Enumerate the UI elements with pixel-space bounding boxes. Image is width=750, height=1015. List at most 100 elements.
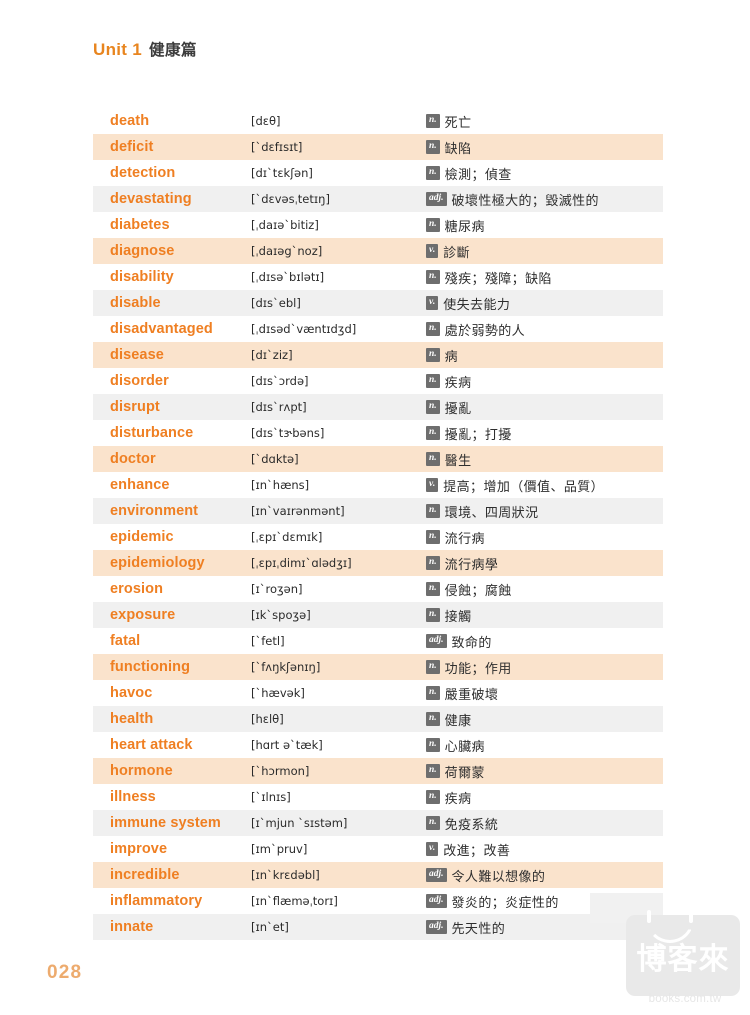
- part-of-speech-badge: n.: [426, 789, 440, 805]
- part-of-speech-badge: v.: [426, 243, 439, 259]
- vocab-pronunciation: [ˌdaɪəˋbitiz]: [251, 218, 319, 232]
- vocab-definition: n. 處於弱勢的人: [426, 320, 663, 339]
- vocab-row: environment [ɪnˋvaɪrənmənt] n. 環境、四周狀況: [93, 498, 663, 524]
- vocab-row: disturbance [dɪsˋtɝbəns] n. 擾亂；打擾: [93, 420, 663, 446]
- vocab-definition: n. 檢測；偵查: [426, 164, 663, 183]
- vocab-pronunciation: [ˋɪlnɪs]: [251, 790, 291, 804]
- vocab-row: havoc [ˋhævək] n. 嚴重破壞: [93, 680, 663, 706]
- vocab-word: detection: [110, 165, 176, 181]
- vocab-pronunciation: [ɪnˋvaɪrənmənt]: [251, 504, 345, 518]
- part-of-speech-badge: n.: [426, 581, 440, 597]
- vocab-meaning: 殘疾；殘障；缺陷: [444, 270, 552, 286]
- vocab-row: death [dɛθ] n. 死亡: [93, 108, 663, 134]
- part-of-speech-badge: n.: [426, 113, 440, 129]
- vocab-definition: n. 功能；作用: [426, 658, 663, 677]
- part-of-speech-badge: n.: [426, 607, 440, 623]
- part-of-speech-badge: n.: [426, 139, 440, 155]
- vocab-pronunciation: [ˌɛpɪˋdɛmɪk]: [251, 530, 323, 544]
- vocab-word: deficit: [110, 139, 154, 155]
- vocab-definition: n. 荷爾蒙: [426, 762, 663, 781]
- vocab-row: disability [ˌdɪsəˋbɪlətɪ] n. 殘疾；殘障；缺陷: [93, 264, 663, 290]
- vocab-definition: n. 缺陷: [426, 138, 663, 157]
- vocab-pronunciation: [ɪnˋet]: [251, 920, 289, 934]
- vocab-definition: n. 擾亂；打擾: [426, 424, 663, 443]
- vocab-definition: adj. 令人難以想像的: [426, 866, 663, 885]
- vocab-pronunciation: [ɪkˋspoʒə]: [251, 608, 311, 622]
- vocab-meaning: 荷爾蒙: [444, 764, 485, 780]
- part-of-speech-badge: n.: [426, 347, 440, 363]
- vocab-meaning: 破壞性極大的；毀滅性的: [451, 192, 599, 208]
- vocab-meaning: 缺陷: [444, 140, 472, 156]
- vocab-meaning: 病: [444, 348, 459, 364]
- watermark-brand: 博客來: [636, 943, 730, 976]
- vocab-row: fatal [ˋfetl] adj. 致命的: [93, 628, 663, 654]
- vocab-meaning: 改進；改善: [443, 842, 511, 858]
- vocab-word: improve: [110, 841, 168, 857]
- vocab-word: disease: [110, 347, 164, 363]
- vocab-definition: n. 糖尿病: [426, 216, 663, 235]
- part-of-speech-badge: n.: [426, 737, 440, 753]
- part-of-speech-badge: n.: [426, 451, 440, 467]
- vocab-definition: adj. 發炎的；炎症性的: [426, 892, 663, 911]
- part-of-speech-badge: adj.: [426, 919, 447, 935]
- vocab-definition: v. 使失去能力: [426, 294, 663, 313]
- vocab-pronunciation: [ˋdɛvəsˌtetɪŋ]: [251, 192, 330, 206]
- vocab-word: doctor: [110, 451, 156, 467]
- vocab-row: diabetes [ˌdaɪəˋbitiz] n. 糖尿病: [93, 212, 663, 238]
- vocab-word: disable: [110, 295, 161, 311]
- vocabulary-table: death [dɛθ] n. 死亡 deficit [ˋdɛfɪsɪt] n. 缺陷 detec…: [93, 108, 663, 940]
- vocab-row: disorder [dɪsˋɔrdə] n. 疾病: [93, 368, 663, 394]
- part-of-speech-badge: n.: [426, 685, 440, 701]
- part-of-speech-badge: n.: [426, 529, 440, 545]
- vocab-pronunciation: [ˌdɪsəˋbɪlətɪ]: [251, 270, 325, 284]
- vocab-meaning: 擾亂: [444, 400, 472, 416]
- vocab-definition: n. 接觸: [426, 606, 663, 625]
- part-of-speech-badge: adj.: [426, 633, 447, 649]
- vocab-definition: n. 疾病: [426, 788, 663, 807]
- vocab-meaning: 死亡: [444, 114, 472, 130]
- unit-label: Unit 1: [93, 40, 143, 59]
- vocab-word: disturbance: [110, 425, 194, 441]
- vocab-pronunciation: [ˋfetl]: [251, 634, 285, 648]
- vocab-word: devastating: [110, 191, 192, 207]
- vocab-row: immune system [ɪˋmjun ˋsɪstəm] n. 免疫系統: [93, 810, 663, 836]
- part-of-speech-badge: adj.: [426, 867, 447, 883]
- vocab-definition: n. 流行病學: [426, 554, 663, 573]
- page-number: 028: [47, 962, 83, 983]
- vocab-meaning: 接觸: [444, 608, 472, 624]
- part-of-speech-badge: n.: [426, 165, 440, 181]
- vocab-definition: n. 殘疾；殘障；缺陷: [426, 268, 663, 287]
- vocab-pronunciation: [dɪˋtɛkʃən]: [251, 166, 313, 180]
- vocab-row: innate [ɪnˋet] adj. 先天性的: [93, 914, 663, 940]
- vocab-meaning: 流行病學: [444, 556, 499, 572]
- vocab-meaning: 嚴重破壞: [444, 686, 499, 702]
- vocab-row: doctor [ˋdɑktə] n. 醫生: [93, 446, 663, 472]
- vocab-word: epidemic: [110, 529, 174, 545]
- vocab-row: diagnose [ˌdaɪəgˋnoz] v. 診斷: [93, 238, 663, 264]
- vocab-row: devastating [ˋdɛvəsˌtetɪŋ] adj. 破壞性極大的；毀滅性的: [93, 186, 663, 212]
- vocab-row: epidemic [ˌɛpɪˋdɛmɪk] n. 流行病: [93, 524, 663, 550]
- vocab-word: disability: [110, 269, 174, 285]
- vocab-definition: adj. 破壞性極大的；毀滅性的: [426, 190, 663, 209]
- vocab-definition: n. 健康: [426, 710, 663, 729]
- vocab-meaning: 疾病: [444, 374, 472, 390]
- vocab-word: havoc: [110, 685, 153, 701]
- vocab-word: environment: [110, 503, 199, 519]
- vocab-word: enhance: [110, 477, 170, 493]
- vocab-meaning: 流行病: [444, 530, 485, 546]
- vocab-row: functioning [ˋfʌŋkʃənɪŋ] n. 功能；作用: [93, 654, 663, 680]
- vocab-meaning: 環境、四周狀況: [444, 504, 539, 520]
- vocab-definition: n. 疾病: [426, 372, 663, 391]
- vocab-pronunciation: [dɪsˋrʌpt]: [251, 400, 307, 414]
- vocab-definition: n. 心臟病: [426, 736, 663, 755]
- vocab-pronunciation: [ˋhɔrmon]: [251, 764, 310, 778]
- vocab-meaning: 糖尿病: [444, 218, 485, 234]
- vocab-pronunciation: [dɛθ]: [251, 114, 281, 128]
- vocab-word: heart attack: [110, 737, 193, 753]
- vocab-row: disadvantaged [ˌdɪsədˋvæntɪdʒd] n. 處於弱勢的人: [93, 316, 663, 342]
- vocab-definition: v. 提高；增加（價值、品質）: [426, 476, 663, 495]
- vocab-pronunciation: [ˋdɑktə]: [251, 452, 299, 466]
- vocab-row: heart attack [hɑrt əˋtæk] n. 心臟病: [93, 732, 663, 758]
- part-of-speech-badge: n.: [426, 503, 440, 519]
- part-of-speech-badge: n.: [426, 425, 440, 441]
